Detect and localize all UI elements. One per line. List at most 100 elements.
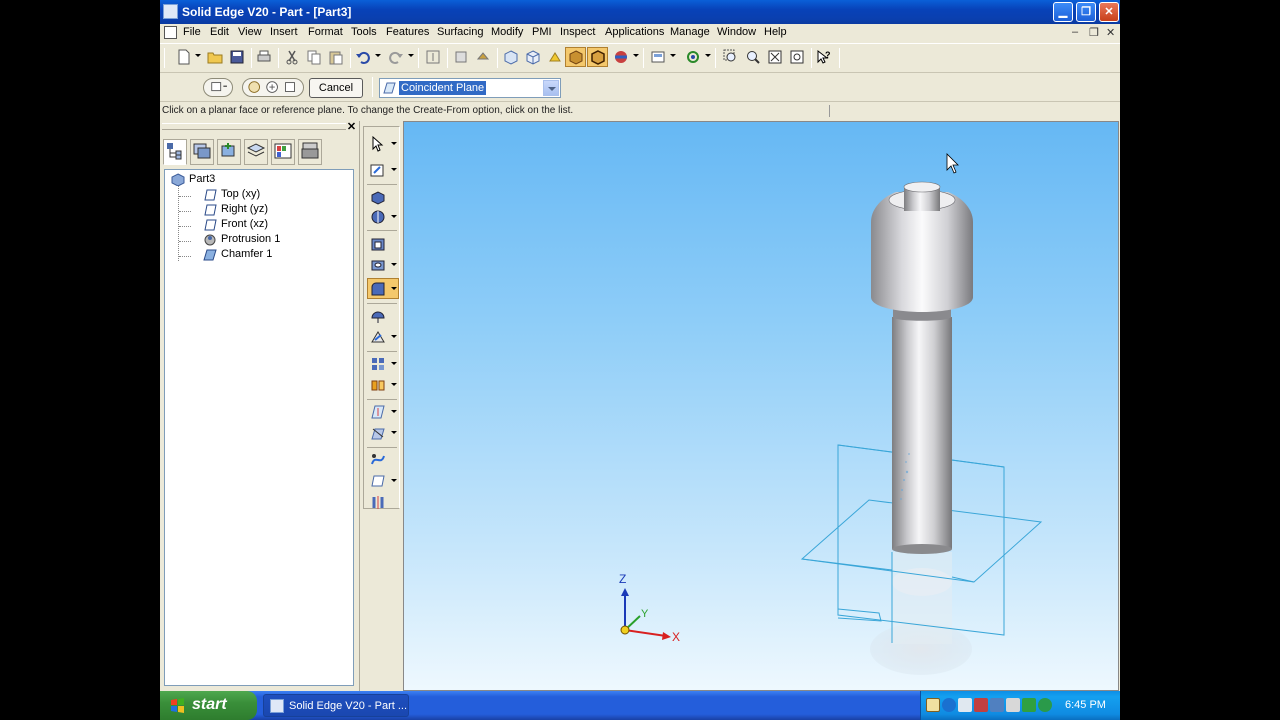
views-dropdown-icon[interactable] <box>670 54 676 57</box>
open-icon[interactable] <box>207 49 223 65</box>
tab-family-of-parts[interactable] <box>271 139 295 165</box>
panel-grip[interactable] <box>162 123 346 130</box>
menu-tools[interactable]: Tools <box>351 26 377 38</box>
select-tool-icon[interactable] <box>425 49 441 65</box>
paste-icon[interactable] <box>328 49 344 65</box>
security-tray-icon[interactable] <box>974 698 988 712</box>
menu-inspect[interactable]: Inspect <box>560 26 595 38</box>
tab-features-library[interactable] <box>217 139 241 165</box>
tab-layers[interactable] <box>190 139 214 165</box>
tab-feature-playback[interactable] <box>298 139 322 165</box>
view-style-dropdown-icon[interactable] <box>633 54 639 57</box>
pattern-dropdown-icon[interactable] <box>391 362 397 365</box>
print-icon[interactable] <box>256 49 272 65</box>
back-arrow-tray-icon[interactable] <box>942 698 956 712</box>
update-tray-icon[interactable] <box>1022 698 1036 712</box>
new-icon[interactable] <box>176 49 192 65</box>
rib-dropdown-icon[interactable] <box>391 335 397 338</box>
volume-tray-icon[interactable] <box>1006 698 1020 712</box>
coordinate-system-icon[interactable] <box>370 425 386 441</box>
dimetric-view-icon[interactable] <box>525 49 541 65</box>
menu-applications[interactable]: Applications <box>605 26 664 38</box>
menu-view[interactable]: View <box>238 26 262 38</box>
sketch-icon[interactable] <box>370 162 386 178</box>
cutout-icon[interactable] <box>370 236 386 252</box>
revolve-dropdown-icon[interactable] <box>391 215 397 218</box>
menu-manage[interactable]: Manage <box>670 26 710 38</box>
title-bar[interactable]: Solid Edge V20 - Part - [Part3] ▁ ❐ ✕ <box>160 0 1120 24</box>
close-button[interactable]: ✕ <box>1099 2 1119 22</box>
solid-edge-app-icon[interactable] <box>163 4 178 19</box>
zoom-icon[interactable] <box>745 49 761 65</box>
views-icon[interactable] <box>650 49 666 65</box>
round-dropdown-icon[interactable] <box>391 287 397 290</box>
cancel-button[interactable]: Cancel <box>309 78 363 98</box>
menu-edit[interactable]: Edit <box>210 26 229 38</box>
menu-file[interactable]: File <box>183 26 201 38</box>
select-dropdown-icon[interactable] <box>391 142 397 145</box>
menu-help[interactable]: Help <box>764 26 787 38</box>
document-icon[interactable] <box>164 26 177 39</box>
hole-icon[interactable] <box>370 257 386 273</box>
undo-icon[interactable] <box>355 49 371 65</box>
sketch-dropdown-icon[interactable] <box>391 168 397 171</box>
protrusion-tool-icon[interactable] <box>370 189 386 205</box>
menu-surfacing[interactable]: Surfacing <box>437 26 483 38</box>
pan-icon[interactable] <box>789 49 805 65</box>
panel-close-button[interactable]: ✕ <box>346 122 357 133</box>
mdi-close-button[interactable]: ✕ <box>1106 26 1115 39</box>
round-icon[interactable] <box>370 281 386 297</box>
material-icon[interactable] <box>547 49 563 65</box>
split-icon[interactable] <box>370 494 386 510</box>
zoom-area-icon[interactable] <box>723 49 739 65</box>
tab-sensors[interactable] <box>244 139 268 165</box>
curve-icon[interactable] <box>370 452 386 468</box>
plane-dropdown-icon[interactable] <box>391 410 397 413</box>
rib-icon[interactable] <box>370 329 386 345</box>
mirror-icon[interactable] <box>370 377 386 393</box>
mirror-dropdown-icon[interactable] <box>391 383 397 386</box>
green-shield-tray-icon[interactable] <box>1038 698 1052 712</box>
rotate-icon[interactable] <box>685 49 701 65</box>
shaded-with-edges-icon[interactable] <box>590 49 606 65</box>
cut-icon[interactable] <box>284 49 300 65</box>
redo-dropdown-icon[interactable] <box>408 54 414 57</box>
fit-icon[interactable] <box>767 49 783 65</box>
chevron-down-icon[interactable] <box>543 80 559 96</box>
maximize-button[interactable]: ❐ <box>1076 2 1096 22</box>
step-options-button[interactable] <box>203 78 233 97</box>
taskbar-item-solid-edge[interactable]: Solid Edge V20 - Part ... <box>263 694 409 717</box>
network-tray-icon[interactable] <box>958 698 972 712</box>
mdi-minimize-button[interactable]: – <box>1072 26 1078 38</box>
pattern-icon[interactable] <box>370 356 386 372</box>
menu-pmi[interactable]: PMI <box>532 26 552 38</box>
revolved-protrusion-icon[interactable] <box>370 209 386 225</box>
taskbar-clock[interactable]: 6:45 PM <box>1065 699 1106 711</box>
menu-modify[interactable]: Modify <box>491 26 523 38</box>
menu-format[interactable]: Format <box>308 26 343 38</box>
shaded-view-icon[interactable] <box>568 49 584 65</box>
new-dropdown-icon[interactable] <box>195 54 201 57</box>
copy-icon[interactable] <box>306 49 322 65</box>
menu-window[interactable]: Window <box>717 26 756 38</box>
iso-view-icon[interactable] <box>503 49 519 65</box>
graphics-viewport[interactable]: Z Y X <box>403 121 1119 691</box>
rotate-dropdown-icon[interactable] <box>705 54 711 57</box>
start-button[interactable]: start <box>160 691 257 720</box>
display-tray-icon[interactable] <box>990 698 1004 712</box>
sketch-view-icon[interactable] <box>475 49 491 65</box>
surface-dropdown-icon[interactable] <box>391 479 397 482</box>
view-style-icon[interactable] <box>613 49 629 65</box>
mdi-restore-button[interactable]: ❐ <box>1089 26 1099 39</box>
refresh-view-icon[interactable] <box>453 49 469 65</box>
help-tray-icon[interactable] <box>926 698 940 712</box>
tab-feature-pathfinder[interactable] <box>163 139 187 165</box>
hole-dropdown-icon[interactable] <box>391 263 397 266</box>
undo-dropdown-icon[interactable] <box>375 54 381 57</box>
save-icon[interactable] <box>229 49 245 65</box>
minimize-button[interactable]: ▁ <box>1053 2 1073 22</box>
coordinate-dropdown-icon[interactable] <box>391 431 397 434</box>
thin-wall-icon[interactable] <box>370 308 386 324</box>
reference-plane-tool-icon[interactable] <box>370 404 386 420</box>
select-arrow-icon[interactable] <box>370 136 386 152</box>
